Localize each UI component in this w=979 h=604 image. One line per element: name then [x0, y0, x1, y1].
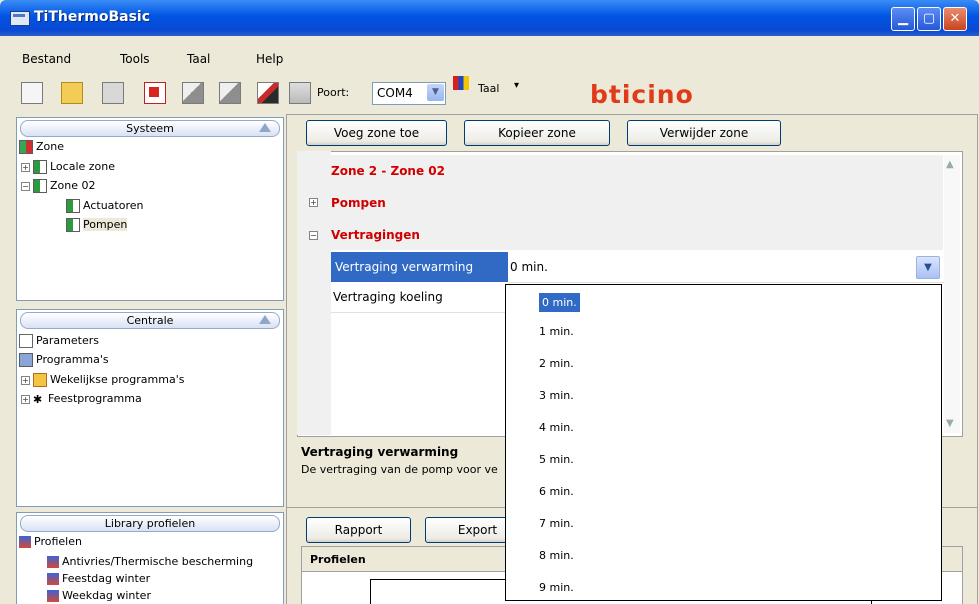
heating-delay-value[interactable]: 0 min. — [508, 252, 945, 283]
programs-icon — [19, 353, 33, 367]
profile-icon — [47, 590, 59, 602]
profile-item[interactable]: Feestdag winter — [47, 572, 150, 585]
option-5-min[interactable]: 5 min. — [539, 453, 574, 466]
locale-zone-node[interactable]: + Locale zone — [21, 160, 115, 174]
systeem-panel: Systeem Zone + Locale zone − Zone 02 Actua… — [16, 117, 284, 301]
property-scrollbar[interactable]: ▲ ▼ — [944, 155, 960, 433]
option-6-min[interactable]: 6 min. — [539, 485, 574, 498]
scroll-up-icon[interactable]: ▲ — [946, 159, 954, 170]
library-title: Library profielen — [104, 517, 196, 530]
app-icon — [10, 11, 30, 26]
profile-item[interactable]: Antivries/Thermische bescherming — [47, 555, 253, 568]
pump-icon — [66, 218, 80, 232]
category-pompen[interactable]: Pompen — [331, 196, 386, 210]
option-4-min[interactable]: 4 min. — [539, 421, 574, 434]
option-7-min[interactable]: 7 min. — [539, 517, 574, 530]
app-window: TiThermoBasic ▁ ▢ ✕ Bestand Tools Taal H… — [0, 0, 979, 604]
close-button[interactable]: ✕ — [943, 7, 967, 31]
profile-icon — [47, 573, 59, 585]
actuatoren-node[interactable]: Actuatoren — [66, 199, 143, 213]
parameters-node[interactable]: Parameters — [19, 334, 99, 348]
expand-icon[interactable]: + — [21, 394, 30, 404]
menu-tools[interactable]: Tools — [120, 52, 150, 66]
library-panel: Library profielen Profielen Antivries/Th… — [16, 512, 284, 604]
open-folder-icon[interactable] — [61, 82, 83, 104]
new-file-icon[interactable] — [21, 82, 43, 104]
actuator-icon — [66, 199, 80, 213]
centrale-panel: Centrale Parameters Programma's + Wekelij… — [16, 309, 284, 507]
menu-bestand[interactable]: Bestand — [22, 52, 71, 66]
port-select[interactable]: COM4 ▼ — [372, 82, 446, 105]
collapse-delays-icon[interactable]: − — [309, 231, 318, 240]
zone-node-icon — [33, 179, 47, 193]
profiles-icon — [19, 536, 31, 548]
maximize-button[interactable]: ▢ — [917, 7, 941, 31]
collapse-icon[interactable] — [259, 315, 271, 324]
edit-icon[interactable] — [257, 82, 279, 104]
window-title: TiThermoBasic — [34, 9, 151, 25]
systeem-header[interactable]: Systeem — [20, 120, 280, 137]
download-icon[interactable] — [219, 82, 241, 104]
document-icon[interactable] — [289, 82, 311, 104]
profielen-node[interactable]: Profielen — [19, 535, 82, 548]
zone-node-icon — [33, 160, 47, 174]
zone-02-node[interactable]: − Zone 02 — [21, 179, 96, 193]
expand-icon[interactable]: + — [21, 375, 30, 385]
copy-zone-button[interactable]: Kopieer zone — [464, 120, 610, 146]
chevron-down-icon[interactable]: ▼ — [427, 84, 444, 101]
add-zone-button[interactable]: Voeg zone toe — [306, 120, 447, 146]
party-program-icon: ✱ — [33, 393, 45, 406]
parameters-icon — [19, 334, 33, 348]
option-1-min[interactable]: 1 min. — [539, 325, 574, 338]
option-8-min[interactable]: 8 min. — [539, 549, 574, 562]
option-2-min[interactable]: 2 min. — [539, 357, 574, 370]
zone-icon — [19, 140, 33, 154]
weekly-programs-node[interactable]: + Wekelijkse programma's — [21, 373, 184, 387]
property-grid-gutter — [297, 151, 331, 435]
option-3-min[interactable]: 3 min. — [539, 389, 574, 402]
systeem-title: Systeem — [126, 122, 174, 135]
calendar-icon — [33, 373, 47, 387]
profile-icon — [47, 556, 59, 568]
chevron-down-icon[interactable]: ▼ — [916, 256, 940, 279]
minimize-button[interactable]: ▁ — [891, 7, 915, 31]
profile-item[interactable]: Weekdag winter — [47, 589, 151, 602]
centrale-title: Centrale — [126, 314, 174, 327]
collapse-tree-icon[interactable]: − — [21, 181, 30, 191]
delete-zone-button[interactable]: Verwijder zone — [627, 120, 781, 146]
title-bar[interactable]: TiThermoBasic ▁ ▢ ✕ — [0, 0, 979, 36]
property-row-heating-delay[interactable]: Vertraging verwarming — [331, 252, 508, 282]
description-text: De vertraging van de pomp voor ve — [301, 463, 498, 476]
delay-dropdown-list: 0 min. 1 min. 2 min. 3 min. 4 min. 5 min… — [505, 284, 942, 601]
port-value: COM4 — [377, 86, 413, 100]
description-title: Vertraging verwarming — [301, 445, 459, 459]
port-label: Poort: — [317, 86, 350, 99]
save-icon[interactable] — [102, 82, 124, 104]
expand-pumps-icon[interactable]: + — [309, 198, 318, 207]
pompen-node[interactable]: Pompen — [66, 218, 128, 232]
expand-icon[interactable]: + — [21, 162, 30, 172]
menu-help[interactable]: Help — [256, 52, 283, 66]
property-row-cooling-delay[interactable]: Vertraging koeling — [331, 284, 505, 313]
language-flag-icon — [453, 76, 469, 90]
zone-node[interactable]: Zone — [19, 140, 64, 154]
menu-taal[interactable]: Taal — [187, 52, 210, 66]
zone-title: Zone 2 - Zone 02 — [331, 164, 445, 178]
upload-icon[interactable] — [182, 82, 204, 104]
language-select[interactable]: Taal — [478, 82, 499, 95]
language-dropdown-icon[interactable]: ▾ — [514, 80, 519, 91]
menu-bar: Bestand Tools Taal Help — [0, 38, 979, 66]
report-button[interactable]: Rapport — [306, 517, 411, 543]
collapse-icon[interactable] — [259, 123, 271, 132]
option-0-min[interactable]: 0 min. — [539, 293, 580, 312]
bticino-logo: bticino — [590, 80, 694, 109]
feestprogramma-node[interactable]: + ✱ Feestprogramma — [21, 392, 142, 406]
category-vertragingen[interactable]: Vertragingen — [331, 228, 420, 242]
scroll-down-icon[interactable]: ▼ — [946, 418, 954, 429]
library-header[interactable]: Library profielen — [20, 515, 280, 532]
centrale-header[interactable]: Centrale — [20, 312, 280, 329]
programmas-node[interactable]: Programma's — [19, 353, 109, 367]
cancel-icon[interactable] — [144, 82, 166, 104]
option-9-min[interactable]: 9 min. — [539, 581, 574, 594]
